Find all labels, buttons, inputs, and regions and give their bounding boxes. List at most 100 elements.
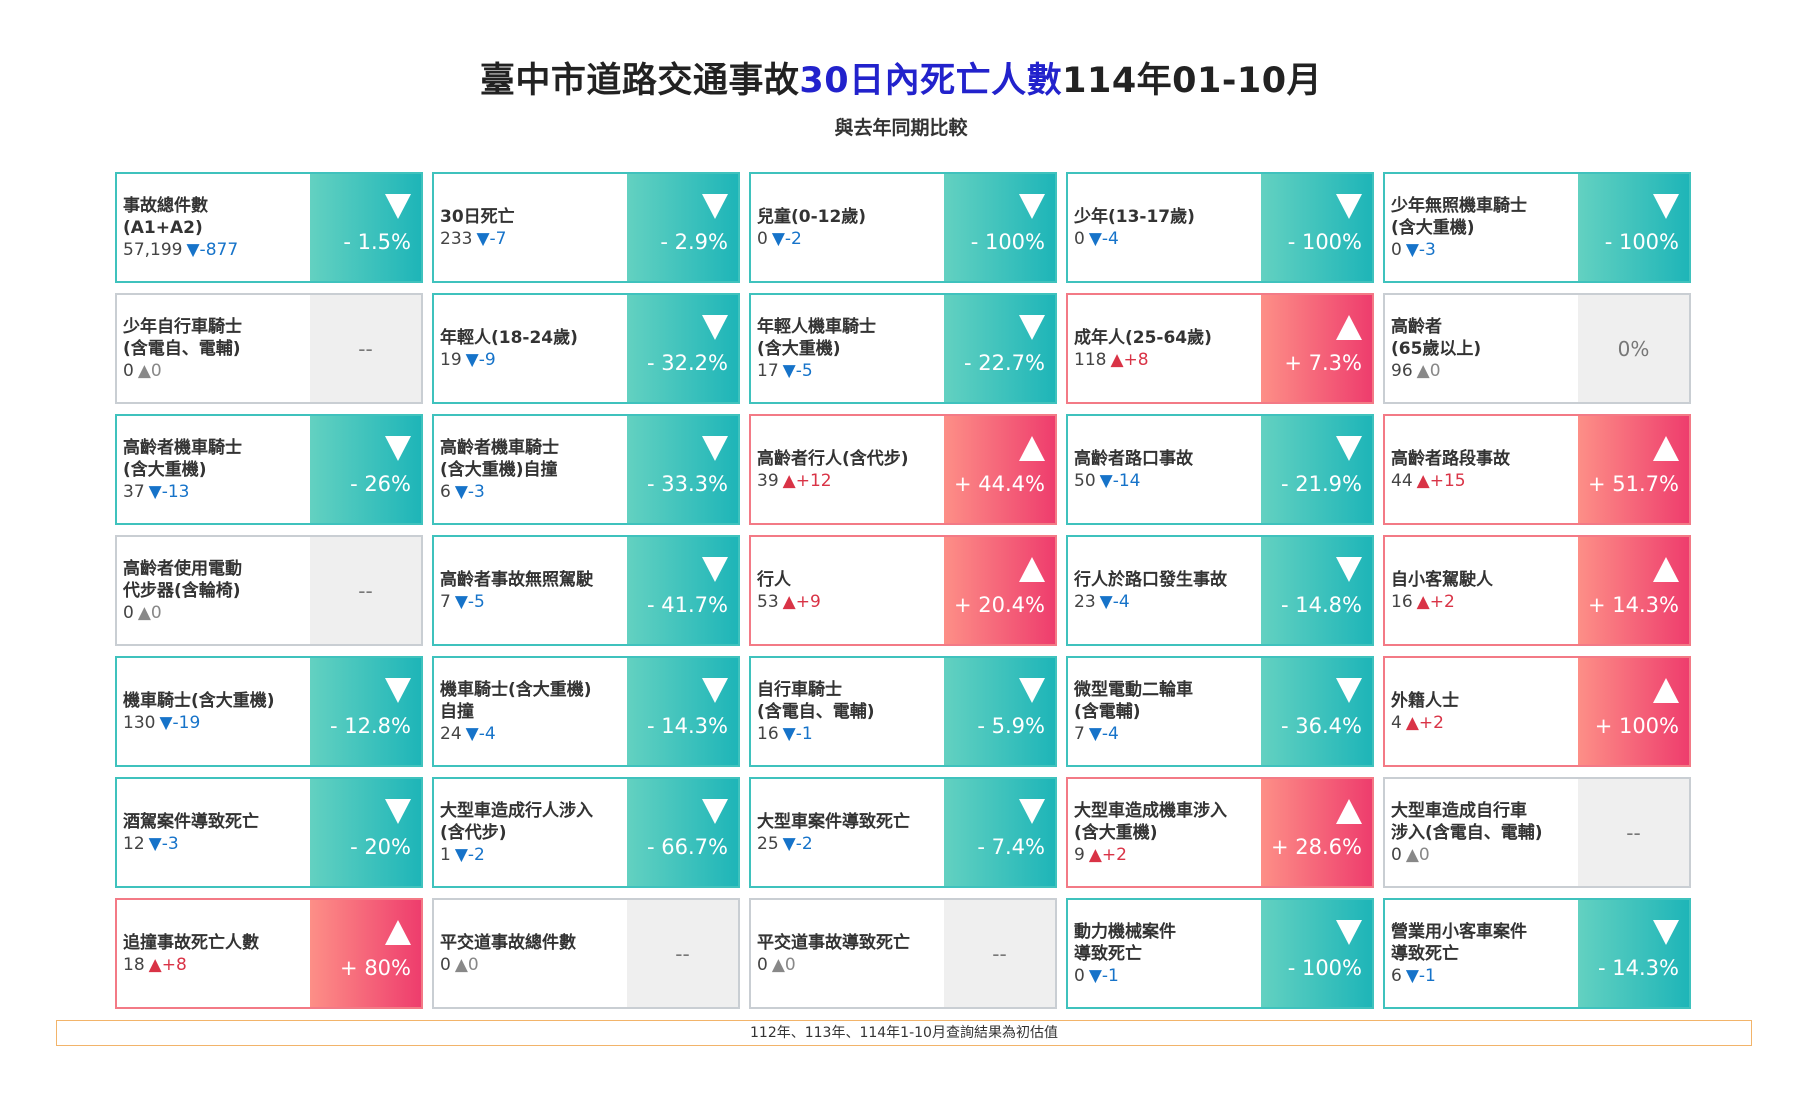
kpi-card-change-panel: - 21.9% xyxy=(1261,416,1372,523)
kpi-card-name: 自行車騎士 (含電自、電輔) xyxy=(757,680,875,722)
kpi-card[interactable]: 30日死亡 233 ▼-7 - 2.9% xyxy=(432,172,740,283)
kpi-card-delta: ▲+9 xyxy=(782,592,821,612)
kpi-card-percent: - 41.7% xyxy=(647,593,728,617)
kpi-card-name: 大型車案件導致死亡 xyxy=(757,812,910,832)
kpi-card[interactable]: 微型電動二輪車 (含電輔) 7 ▼-4 - 36.4% xyxy=(1066,656,1374,767)
kpi-card-change-panel: -- xyxy=(310,537,421,644)
kpi-card[interactable]: 高齡者機車騎士 (含大重機)自撞 6 ▼-3 - 33.3% xyxy=(432,414,740,525)
kpi-card[interactable]: 大型車造成行人涉入 (含代步) 1 ▼-2 - 66.7% xyxy=(432,777,740,888)
kpi-card[interactable]: 營業用小客車案件 導致死亡 6 ▼-1 - 14.3% xyxy=(1383,898,1691,1009)
kpi-card-percent: - 14.3% xyxy=(647,714,728,738)
kpi-card-name: 大型車造成機車涉入 (含大重機) xyxy=(1074,801,1227,843)
kpi-card-stats: 118 ▲+8 xyxy=(1074,349,1255,372)
kpi-card-change-panel: + 100% xyxy=(1578,658,1689,765)
kpi-card[interactable]: 成年人(25-64歲) 118 ▲+8 + 7.3% xyxy=(1066,293,1374,404)
kpi-card-count: 50 xyxy=(1074,471,1096,491)
kpi-card-percent: - 33.3% xyxy=(647,472,728,496)
kpi-card-count: 0 xyxy=(757,955,768,975)
kpi-card-change-panel: - 1.5% xyxy=(310,174,421,281)
kpi-card-change-panel: - 32.2% xyxy=(627,295,738,402)
kpi-card[interactable]: 大型車造成機車涉入 (含大重機) 9 ▲+2 + 28.6% xyxy=(1066,777,1374,888)
kpi-card-name: 高齡者 (65歲以上) xyxy=(1391,317,1482,359)
kpi-card-count: 25 xyxy=(757,834,779,854)
triangle-down-icon xyxy=(702,194,728,219)
kpi-card-delta: ▼-19 xyxy=(159,713,201,733)
kpi-card-count: 37 xyxy=(123,482,145,502)
kpi-card-percent: - 22.7% xyxy=(964,351,1045,375)
kpi-card-percent: -- xyxy=(1626,820,1641,845)
kpi-card-stats: 130 ▼-19 xyxy=(123,712,304,735)
kpi-card-info: 自行車騎士 (含電自、電輔) 16 ▼-1 xyxy=(751,658,944,765)
kpi-card[interactable]: 高齡者機車騎士 (含大重機) 37 ▼-13 - 26% xyxy=(115,414,423,525)
kpi-card[interactable]: 年輕人(18-24歲) 19 ▼-9 - 32.2% xyxy=(432,293,740,404)
kpi-card[interactable]: 行人於路口發生事故 23 ▼-4 - 14.8% xyxy=(1066,535,1374,646)
kpi-card-delta: ▼-4 xyxy=(1088,724,1119,744)
kpi-card[interactable]: 自行車騎士 (含電自、電輔) 16 ▼-1 - 5.9% xyxy=(749,656,1057,767)
kpi-card[interactable]: 追撞事故死亡人數 18 ▲+8 + 80% xyxy=(115,898,423,1009)
kpi-card-name: 高齡者事故無照駕駛 xyxy=(440,570,593,590)
title-prefix: 臺中市道路交通事故 xyxy=(479,61,800,101)
kpi-card-stats: 50 ▼-14 xyxy=(1074,470,1255,493)
kpi-card-count: 96 xyxy=(1391,361,1413,381)
kpi-card-info: 年輕人(18-24歲) 19 ▼-9 xyxy=(434,295,627,402)
kpi-card-count: 0 xyxy=(123,361,134,381)
kpi-card-name: 高齡者路口事故 xyxy=(1074,449,1193,469)
kpi-card-name: 平交道事故導致死亡 xyxy=(757,933,910,953)
kpi-card-info: 少年(13-17歲) 0 ▼-4 xyxy=(1068,174,1261,281)
kpi-card[interactable]: 機車騎士(含大重機) 自撞 24 ▼-4 - 14.3% xyxy=(432,656,740,767)
kpi-card-change-panel: - 5.9% xyxy=(944,658,1055,765)
kpi-card[interactable]: 大型車案件導致死亡 25 ▼-2 - 7.4% xyxy=(749,777,1057,888)
kpi-card-delta: ▼-4 xyxy=(1088,229,1119,249)
kpi-card[interactable]: 少年無照機車騎士 (含大重機) 0 ▼-3 - 100% xyxy=(1383,172,1691,283)
kpi-card[interactable]: 高齡者路段事故 44 ▲+15 + 51.7% xyxy=(1383,414,1691,525)
kpi-card-stats: 44 ▲+15 xyxy=(1391,470,1572,493)
kpi-card[interactable]: 行人 53 ▲+9 + 20.4% xyxy=(749,535,1057,646)
kpi-card-count: 0 xyxy=(1074,229,1085,249)
triangle-down-icon xyxy=(702,315,728,340)
kpi-card-stats: 1 ▼-2 xyxy=(440,844,621,867)
kpi-card-name: 年輕人機車騎士 (含大重機) xyxy=(757,317,876,359)
triangle-down-icon xyxy=(1336,678,1362,703)
kpi-card[interactable]: 高齡者 (65歲以上) 96 ▲0 0% xyxy=(1383,293,1691,404)
kpi-card[interactable]: 動力機械案件 導致死亡 0 ▼-1 - 100% xyxy=(1066,898,1374,1009)
kpi-card[interactable]: 酒駕案件導致死亡 12 ▼-3 - 20% xyxy=(115,777,423,888)
kpi-card[interactable]: 兒童(0-12歲) 0 ▼-2 - 100% xyxy=(749,172,1057,283)
kpi-card[interactable]: 高齡者使用電動 代步器(含輪椅) 0 ▲0 -- xyxy=(115,535,423,646)
kpi-card[interactable]: 機車騎士(含大重機) 130 ▼-19 - 12.8% xyxy=(115,656,423,767)
kpi-card-count: 0 xyxy=(1074,966,1085,986)
kpi-card-stats: 23 ▼-4 xyxy=(1074,591,1255,614)
kpi-card[interactable]: 年輕人機車騎士 (含大重機) 17 ▼-5 - 22.7% xyxy=(749,293,1057,404)
kpi-card[interactable]: 高齡者行人(含代步) 39 ▲+12 + 44.4% xyxy=(749,414,1057,525)
kpi-card-stats: 7 ▼-4 xyxy=(1074,723,1255,746)
triangle-down-icon xyxy=(702,678,728,703)
kpi-card-percent: + 100% xyxy=(1594,714,1679,738)
kpi-card[interactable]: 外籍人士 4 ▲+2 + 100% xyxy=(1383,656,1691,767)
kpi-card-count: 23 xyxy=(1074,592,1096,612)
kpi-card-change-panel: - 7.4% xyxy=(944,779,1055,886)
kpi-card[interactable]: 平交道事故總件數 0 ▲0 -- xyxy=(432,898,740,1009)
kpi-card-delta: ▲+15 xyxy=(1416,471,1466,491)
kpi-card-count: 16 xyxy=(757,724,779,744)
kpi-card[interactable]: 事故總件數 (A1+A2) 57,199 ▼-877 - 1.5% xyxy=(115,172,423,283)
kpi-card-percent: - 100% xyxy=(970,230,1045,254)
kpi-card-name: 機車騎士(含大重機) 自撞 xyxy=(440,680,592,722)
kpi-card-count: 39 xyxy=(757,471,779,491)
kpi-card[interactable]: 高齡者路口事故 50 ▼-14 - 21.9% xyxy=(1066,414,1374,525)
kpi-card-percent: - 66.7% xyxy=(647,835,728,859)
kpi-card-info: 酒駕案件導致死亡 12 ▼-3 xyxy=(117,779,310,886)
kpi-card-percent: - 36.4% xyxy=(1281,714,1362,738)
kpi-card[interactable]: 平交道事故導致死亡 0 ▲0 -- xyxy=(749,898,1057,1009)
kpi-card[interactable]: 大型車造成自行車 涉入(含電自、電輔) 0 ▲0 -- xyxy=(1383,777,1691,888)
kpi-card[interactable]: 少年自行車騎士 (含電自、電輔) 0 ▲0 -- xyxy=(115,293,423,404)
kpi-card[interactable]: 自小客駕駛人 16 ▲+2 + 14.3% xyxy=(1383,535,1691,646)
triangle-down-icon xyxy=(385,194,411,219)
kpi-card-grid: 事故總件數 (A1+A2) 57,199 ▼-877- 1.5% 30日死亡 233 ▼-… xyxy=(115,172,1693,1009)
kpi-card-change-panel: - 66.7% xyxy=(627,779,738,886)
triangle-down-icon xyxy=(702,799,728,824)
kpi-card-percent: - 12.8% xyxy=(330,714,411,738)
kpi-card[interactable]: 高齡者事故無照駕駛 7 ▼-5 - 41.7% xyxy=(432,535,740,646)
kpi-card-percent: + 28.6% xyxy=(1271,835,1362,859)
kpi-card[interactable]: 少年(13-17歲) 0 ▼-4 - 100% xyxy=(1066,172,1374,283)
kpi-card-delta: ▲0 xyxy=(137,603,162,623)
kpi-card-percent: -- xyxy=(358,336,373,361)
